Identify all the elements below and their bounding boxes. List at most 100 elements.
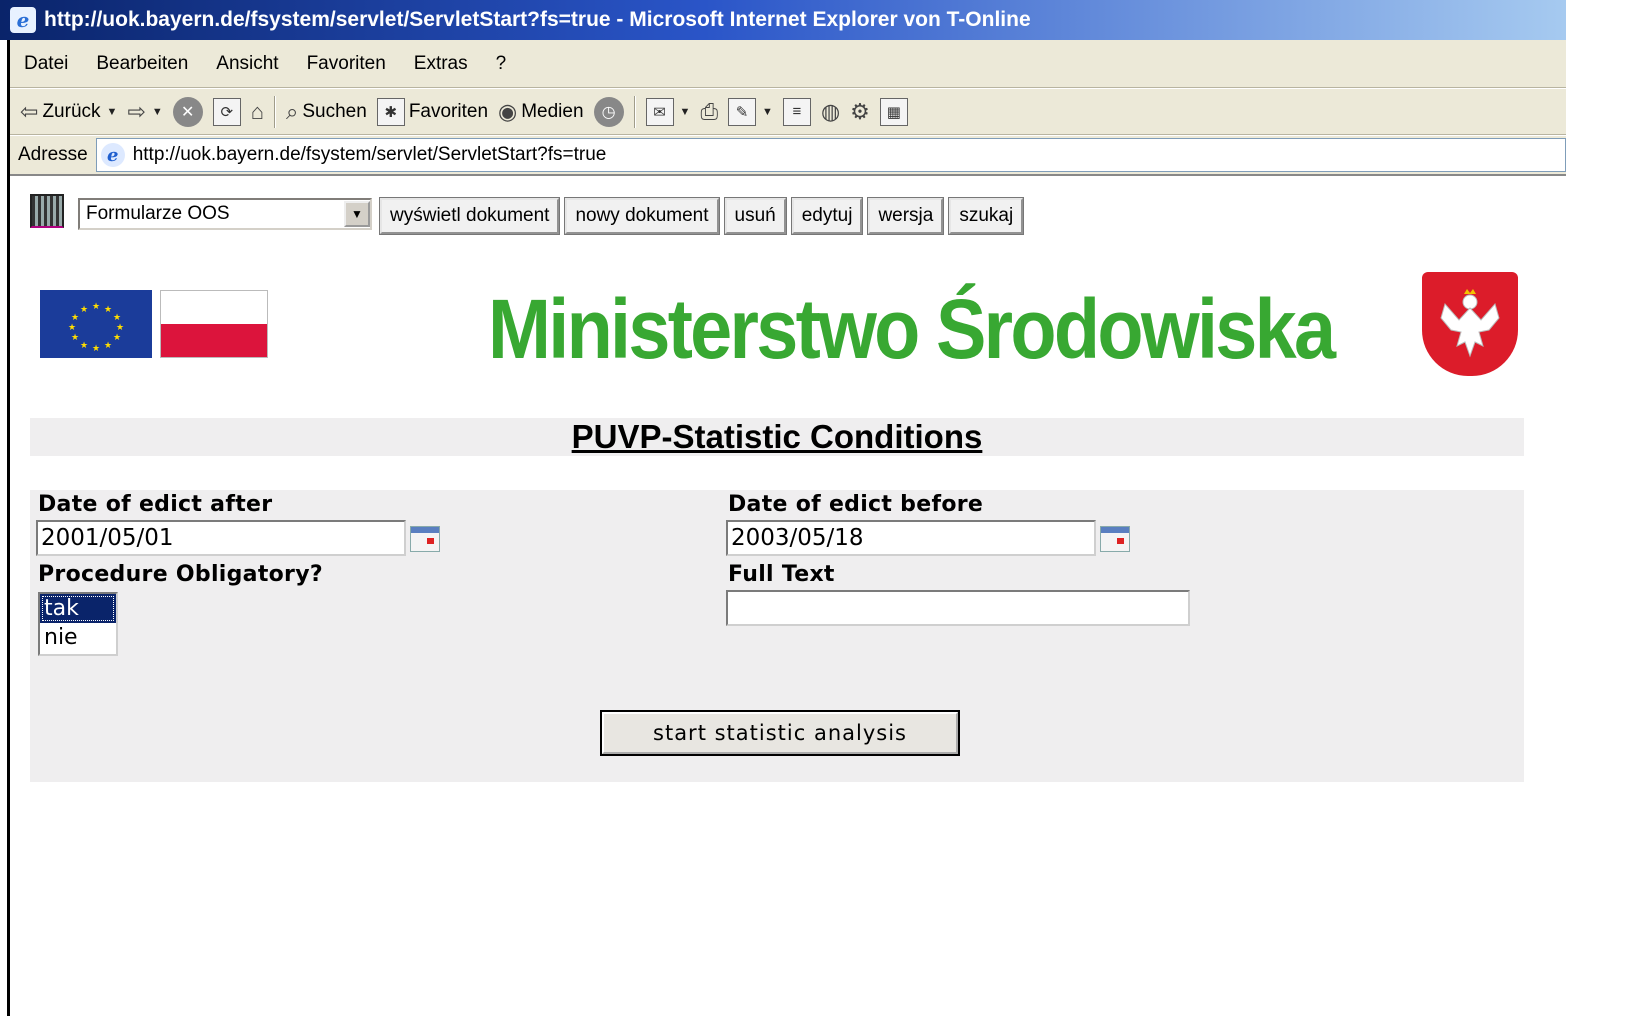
- back-button[interactable]: ⇦ Zurück ▼: [20, 99, 117, 125]
- new-document-button[interactable]: nowy dokument: [564, 197, 720, 235]
- tools-button[interactable]: ⚙: [850, 99, 870, 125]
- page-icon: e: [100, 143, 125, 167]
- search-document-button[interactable]: szukaj: [948, 197, 1025, 235]
- calendar-button[interactable]: ▦: [879, 97, 908, 126]
- svg-text:★: ★: [80, 305, 88, 315]
- chevron-down-icon[interactable]: ▼: [680, 106, 691, 118]
- menu-help[interactable]: ?: [482, 53, 521, 75]
- media-icon: ◉: [498, 98, 518, 124]
- search-label: Suchen: [302, 100, 367, 122]
- favorites-star-icon: ✱: [376, 97, 405, 126]
- home-icon: ⌂: [250, 98, 265, 124]
- eu-stars-icon: ★ ★★ ★★★ ★★★ ★★★: [68, 302, 124, 354]
- stop-button[interactable]: ✕: [172, 96, 203, 127]
- menu-bearbeiten[interactable]: Bearbeiten: [82, 53, 202, 75]
- forward-button[interactable]: ⇨ ▼: [127, 99, 162, 125]
- delete-button[interactable]: usuń: [723, 197, 787, 235]
- form-type-value: Formularze OOS: [86, 203, 230, 224]
- edit-icon: ✎: [728, 97, 757, 126]
- window-frame-right: [1566, 0, 1629, 1016]
- back-label: Zurück: [42, 100, 101, 122]
- eu-flag-icon: ★ ★ ★ ★ ★ ★ ★ ★ ★ ★ ★ ★: [40, 290, 152, 358]
- stop-icon: ✕: [172, 96, 203, 127]
- globe-icon: ◍: [820, 98, 841, 124]
- chevron-down-icon[interactable]: ▼: [762, 106, 773, 118]
- edit-button[interactable]: ✎ ▼: [728, 97, 773, 126]
- document-icon: ≡: [782, 97, 811, 126]
- svg-text:★: ★: [113, 313, 121, 323]
- window-title: http://uok.bayern.de/fsystem/servlet/Ser…: [44, 8, 1031, 31]
- title-bar[interactable]: e http://uok.bayern.de/fsystem/servlet/S…: [0, 0, 1566, 40]
- forward-arrow-icon: ⇨: [127, 98, 146, 124]
- refresh-icon: ⟳: [212, 97, 241, 126]
- favorites-label: Favoriten: [408, 100, 489, 122]
- ie-logo-icon: e: [10, 7, 36, 33]
- address-input[interactable]: e http://uok.bayern.de/fsystem/servlet/S…: [95, 138, 1566, 172]
- svg-text:★: ★: [92, 302, 100, 312]
- date-after-value: 2001/05/01: [41, 525, 174, 551]
- dropdown-arrow-icon[interactable]: ▼: [344, 201, 370, 227]
- app-logo-icon[interactable]: [30, 194, 64, 228]
- chevron-down-icon[interactable]: ▼: [107, 106, 118, 118]
- fulltext-label: Full Text: [728, 562, 835, 587]
- eagle-icon: [1440, 289, 1500, 358]
- mail-icon: ✉: [645, 97, 674, 126]
- date-after-label: Date of edict after: [38, 492, 273, 517]
- page-content: Formularze OOS ▼ wyświetl dokument nowy …: [10, 178, 1566, 1016]
- menu-extras[interactable]: Extras: [400, 53, 482, 75]
- procedure-option-tak[interactable]: tak: [40, 594, 116, 623]
- date-before-input[interactable]: 2003/05/18: [726, 520, 1096, 556]
- form-type-select[interactable]: Formularze OOS ▼: [78, 198, 372, 230]
- address-label: Adresse: [18, 144, 88, 165]
- menu-favoriten[interactable]: Favoriten: [293, 53, 400, 75]
- menu-bar: Datei Bearbeiten Ansicht Favoriten Extra…: [10, 40, 1566, 88]
- section-title: PUVP-Statistic Conditions: [571, 418, 983, 455]
- media-button[interactable]: ◉ Medien: [498, 99, 584, 125]
- search-button[interactable]: ⌕ Suchen: [286, 99, 367, 125]
- refresh-button[interactable]: ⟳: [212, 97, 241, 126]
- fulltext-input[interactable]: [726, 590, 1190, 626]
- svg-text:★: ★: [71, 313, 79, 323]
- calendar-picker-before-icon[interactable]: [1100, 526, 1130, 552]
- messenger-button[interactable]: ◍: [821, 99, 840, 125]
- section-header-bar: PUVP-Statistic Conditions: [30, 418, 1524, 456]
- history-button[interactable]: ◷: [593, 96, 624, 127]
- ministry-title: Ministerstwo Środowiska: [488, 281, 1336, 376]
- svg-text:★: ★: [104, 341, 112, 351]
- eagle-coat-of-arms-icon: [1422, 272, 1518, 376]
- procedure-listbox[interactable]: tak nie: [38, 592, 118, 656]
- menu-datei[interactable]: Datei: [10, 53, 82, 75]
- svg-text:★: ★: [68, 323, 76, 333]
- home-button[interactable]: ⌂: [251, 99, 264, 125]
- date-before-value: 2003/05/18: [731, 525, 864, 551]
- svg-text:★: ★: [92, 344, 100, 354]
- poland-flag-icon: [160, 290, 268, 358]
- procedure-label: Procedure Obligatory?: [38, 562, 323, 587]
- chevron-down-icon[interactable]: ▼: [152, 106, 163, 118]
- svg-text:★: ★: [80, 341, 88, 351]
- back-arrow-icon: ⇦: [20, 98, 39, 124]
- show-document-button[interactable]: wyświetl dokument: [378, 197, 561, 235]
- app-toolbar: Formularze OOS ▼ wyświetl dokument nowy …: [30, 188, 1029, 235]
- search-icon: ⌕: [286, 98, 299, 124]
- statistic-form-panel: Date of edict after 2001/05/01 Procedure…: [30, 490, 1524, 782]
- browser-toolbar: ⇦ Zurück ▼ ⇨ ▼ ✕ ⟳ ⌂ ⌕ Suchen ✱ Favorite…: [10, 89, 1566, 135]
- menu-ansicht[interactable]: Ansicht: [202, 53, 292, 75]
- address-bar: Adresse e http://uok.bayern.de/fsystem/s…: [10, 136, 1566, 176]
- mail-button[interactable]: ✉ ▼: [645, 97, 691, 126]
- print-button[interactable]: ⎙: [700, 99, 718, 125]
- toolbar-separator: [633, 95, 636, 128]
- date-after-input[interactable]: 2001/05/01: [36, 520, 406, 556]
- history-icon: ◷: [593, 96, 624, 127]
- svg-text:★: ★: [113, 333, 121, 343]
- procedure-option-nie[interactable]: nie: [40, 623, 116, 652]
- favorites-button[interactable]: ✱ Favoriten: [376, 97, 489, 126]
- address-url: http://uok.bayern.de/fsystem/servlet/Ser…: [132, 144, 607, 165]
- start-analysis-button[interactable]: start statistic analysis: [600, 710, 960, 756]
- calendar-picker-after-icon[interactable]: [410, 526, 440, 552]
- svg-text:★: ★: [71, 333, 79, 343]
- svg-text:★: ★: [116, 323, 124, 333]
- version-button[interactable]: wersja: [867, 197, 945, 235]
- edit-document-button[interactable]: edytuj: [790, 197, 864, 235]
- discuss-button[interactable]: ≡: [782, 97, 811, 126]
